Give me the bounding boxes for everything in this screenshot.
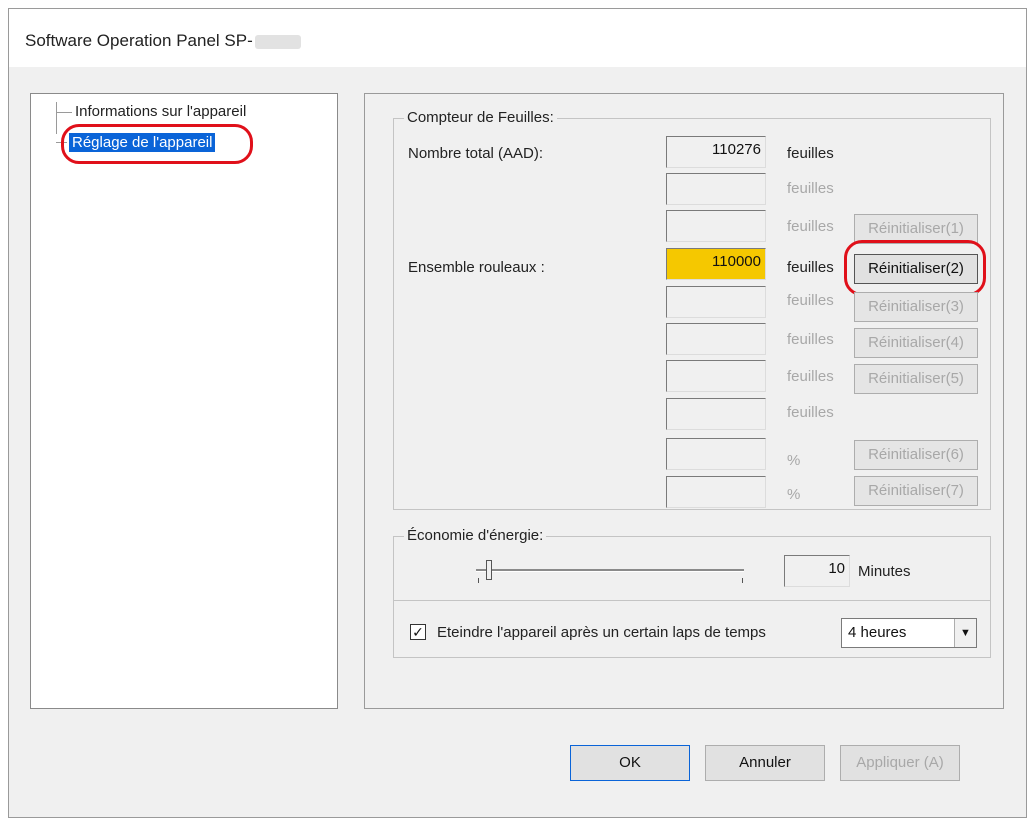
reset-5-button[interactable]: Réinitialiser(5): [854, 364, 978, 394]
counter-field: [666, 438, 766, 470]
title-bar: Software Operation Panel SP-: [9, 9, 1026, 67]
chevron-down-icon[interactable]: ▼: [954, 619, 976, 647]
counter-unit: feuilles: [787, 404, 834, 421]
reset-4-button[interactable]: Réinitialiser(4): [854, 328, 978, 358]
counter-unit: %: [787, 452, 801, 469]
reset-6-button[interactable]: Réinitialiser(6): [854, 440, 978, 470]
counter-unit: feuilles: [787, 259, 834, 276]
slider-tick: [478, 578, 479, 583]
cancel-button[interactable]: Annuler: [705, 745, 825, 781]
minutes-field[interactable]: 10: [784, 555, 850, 587]
counter-field-rollers: 110000: [666, 248, 766, 280]
auto-off-select-value: 4 heures: [848, 624, 907, 641]
counter-field: [666, 173, 766, 205]
settings-tree[interactable]: Informations sur l'appareil Réglage de l…: [30, 93, 338, 709]
tree-connector: [56, 102, 57, 134]
minutes-unit: Minutes: [858, 563, 911, 580]
auto-off-select[interactable]: 4 heures ▼: [841, 618, 977, 648]
tree-connector: [56, 112, 72, 113]
total-count-label: Nombre total (AAD):: [408, 145, 544, 162]
redacted-model: [254, 34, 301, 49]
annotation-oval: [844, 240, 986, 296]
counter-unit: feuilles: [787, 331, 834, 348]
auto-off-checkbox[interactable]: ✓: [410, 624, 426, 640]
counter-field: [666, 398, 766, 430]
counter-field: [666, 476, 766, 508]
reset-7-button[interactable]: Réinitialiser(7): [854, 476, 978, 506]
reset-3-button[interactable]: Réinitialiser(3): [854, 292, 978, 322]
ok-button[interactable]: OK: [570, 745, 690, 781]
slider-tick: [742, 578, 743, 583]
energy-slider-thumb[interactable]: [486, 560, 492, 580]
window-title: Software Operation Panel SP-: [25, 31, 301, 51]
counter-unit: feuilles: [787, 180, 834, 197]
tree-item-device-info[interactable]: Informations sur l'appareil: [75, 103, 246, 120]
counter-unit: %: [787, 486, 801, 503]
counter-field: [666, 210, 766, 242]
counter-unit: feuilles: [787, 368, 834, 385]
auto-off-label[interactable]: Eteindre l'appareil après un certain lap…: [437, 624, 766, 641]
apply-button[interactable]: Appliquer (A): [840, 745, 960, 781]
annotation-oval: [61, 124, 253, 164]
counter-field: [666, 360, 766, 392]
counter-unit: feuilles: [787, 145, 834, 162]
counter-field: [666, 323, 766, 355]
sheet-counter-label: Compteur de Feuilles:: [404, 109, 557, 126]
counter-field-total: 110276: [666, 136, 766, 168]
counter-field: [666, 286, 766, 318]
energy-slider-track[interactable]: [476, 569, 744, 572]
counter-unit: feuilles: [787, 292, 834, 309]
counter-unit: feuilles: [787, 218, 834, 235]
energy-saving-label: Économie d'énergie:: [404, 527, 547, 544]
roller-count-label: Ensemble rouleaux :: [408, 259, 545, 276]
